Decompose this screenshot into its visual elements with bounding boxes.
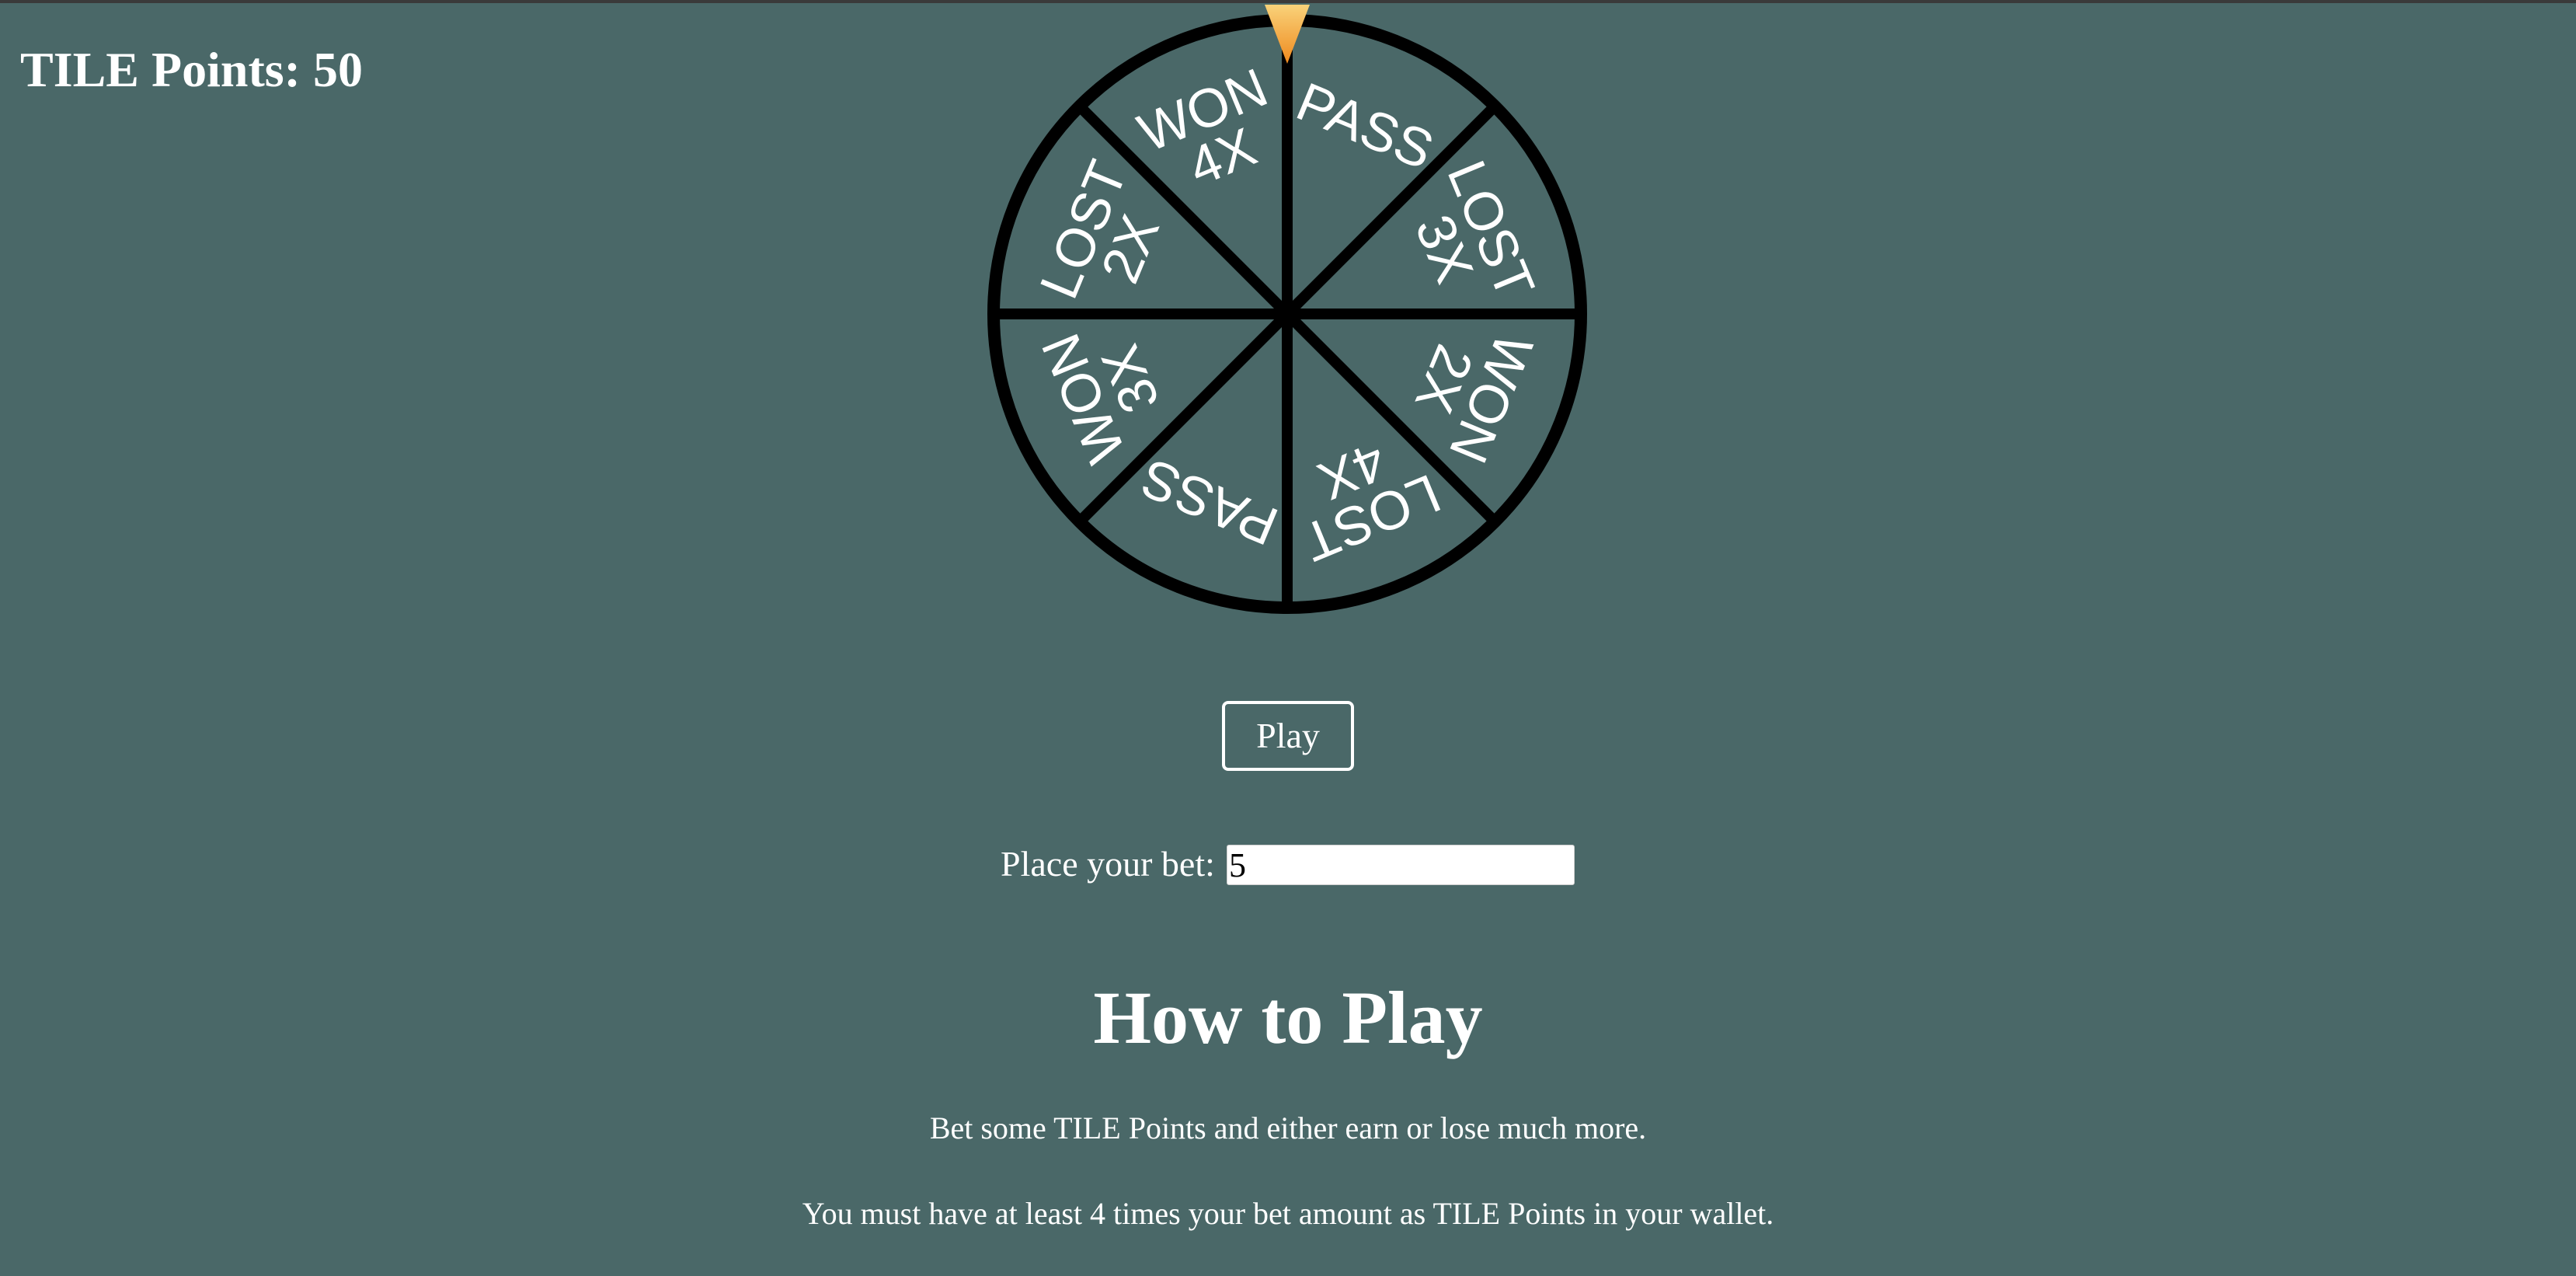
bet-row: Place your bet:	[0, 841, 2576, 887]
prize-wheel-graphic: PASSLOST3XWON2XLOST4XPASSWON3XLOST2XWON4…	[987, 5, 1587, 614]
bet-label: Place your bet:	[1001, 844, 1215, 884]
how-to-play-title: How to Play	[1093, 976, 1483, 1059]
play-button[interactable]: Play	[1222, 701, 1354, 771]
prize-wheel: PASS LOST 3X WON 2X LOST 4X PASS WON 3X LOST 2X WON 4…	[976, 3, 1598, 625]
tile-points-display: TILE Points: 50	[20, 39, 363, 101]
tile-points-value: 50	[312, 42, 363, 97]
wheel-segments	[987, 14, 1587, 614]
how-to-play-text-1: Bet some TILE Points and either earn or …	[929, 1110, 1647, 1145]
wheel-hub	[1278, 305, 1297, 323]
tile-points-label: TILE Points:	[20, 42, 301, 97]
bet-input[interactable]	[1227, 845, 1575, 885]
how-to-play-text-2: You must have at least 4 times your bet …	[802, 1196, 1774, 1231]
